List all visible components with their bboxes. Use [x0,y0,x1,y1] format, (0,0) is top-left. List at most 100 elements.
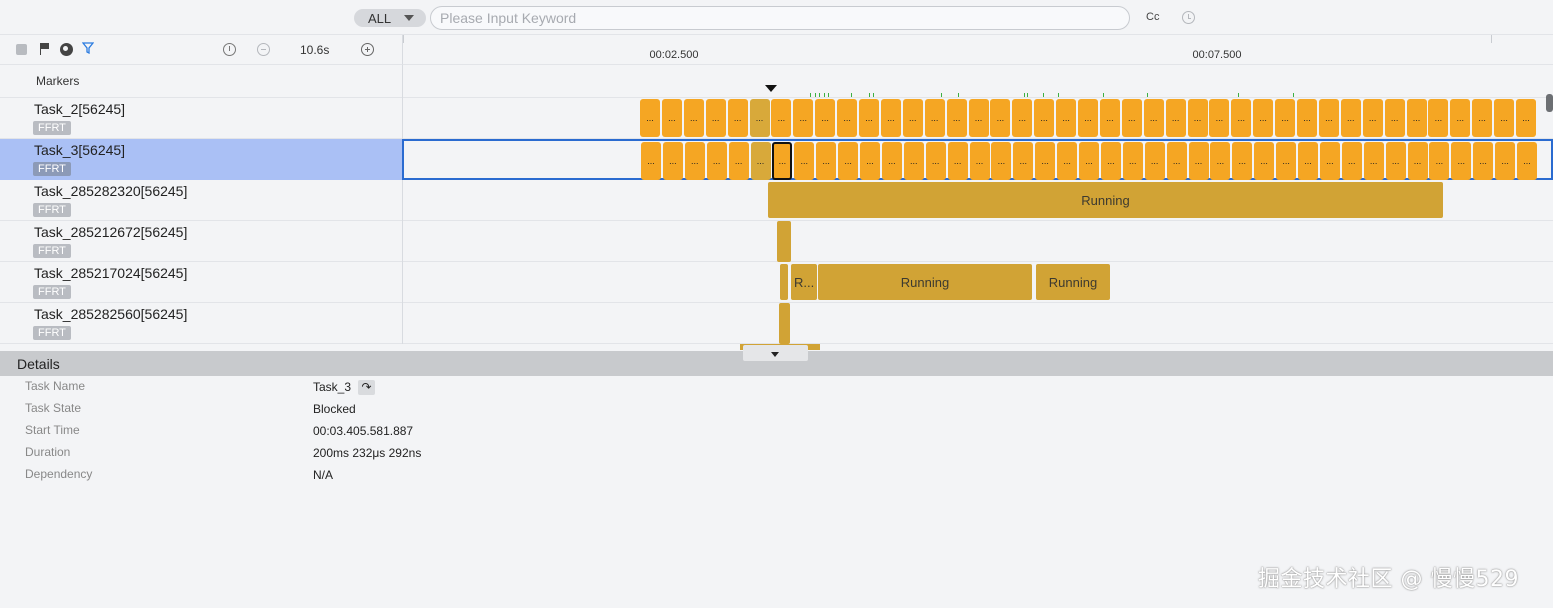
task-slice[interactable]: ... [1473,142,1494,180]
task-slice[interactable]: ... [794,142,815,180]
task-slice[interactable]: ... [793,99,814,137]
task-slice[interactable]: ... [641,142,661,180]
task-slice[interactable]: ... [1429,142,1450,180]
task-slice[interactable]: ... [1035,142,1056,180]
task-slice[interactable]: ... [902,99,923,137]
jump-to-icon[interactable]: ↷ [358,380,375,395]
track-lane[interactable]: ........................................… [402,98,1553,139]
task-slice[interactable] [777,221,791,262]
task-slice[interactable]: ... [1406,99,1427,137]
stop-icon[interactable] [16,44,27,55]
task-slice[interactable]: ... [925,142,946,180]
task-slice[interactable]: ... [728,142,749,180]
task-slice[interactable]: ... [947,142,968,180]
task-slice[interactable]: ... [990,99,1011,137]
task-slice[interactable]: ... [727,99,748,137]
track-label[interactable]: Task_2[56245] FFRT [0,98,402,139]
track-row[interactable]: Task_285282560[56245] FFRT [0,303,1553,344]
task-slice[interactable]: ... [1384,99,1405,137]
track-lane[interactable]: Running [402,180,1553,221]
task-slice[interactable]: ... [640,99,660,137]
task-slice[interactable]: ... [1187,99,1208,137]
task-slice[interactable]: ... [1340,99,1361,137]
task-slice[interactable]: ... [1516,99,1536,137]
time-ruler[interactable]: 00:02.500 00:07.500 [402,35,1553,65]
task-slice[interactable]: ... [750,142,771,180]
task-slice[interactable]: ... [1166,142,1187,180]
task-slice[interactable] [780,264,788,300]
task-slice[interactable]: ... [684,142,705,180]
task-slice[interactable]: ... [1494,99,1515,137]
task-slice[interactable]: ... [1362,99,1383,137]
markers-lane[interactable] [402,65,1553,98]
track-row[interactable]: Task_285212672[56245] FFRT [0,221,1553,262]
task-slice[interactable]: ... [1451,142,1472,180]
task-slice[interactable]: ... [969,142,990,180]
task-slice[interactable]: ... [1013,142,1034,180]
track-row[interactable]: Task_285217024[56245] FFRT R... Running … [0,262,1553,303]
task-slice[interactable]: ... [860,142,880,180]
task-slice[interactable]: ... [815,99,836,137]
track-label[interactable]: Task_285282320[56245] FFRT [0,180,402,221]
task-slice[interactable]: ... [1144,142,1165,180]
task-slice[interactable]: ... [1341,142,1362,180]
task-slice[interactable]: ... [946,99,967,137]
task-slice[interactable]: ... [1099,99,1120,137]
scrollbar-thumb[interactable] [1546,94,1553,112]
task-slice[interactable]: ... [1210,142,1231,180]
task-slice[interactable]: ... [1012,99,1033,137]
running-slice[interactable]: R... [791,264,817,300]
running-slice[interactable]: Running [818,264,1032,300]
task-slice[interactable]: ... [1122,142,1143,180]
task-slice[interactable]: ... [1363,142,1384,180]
task-slice[interactable]: ... [924,99,945,137]
task-slice[interactable] [779,303,790,344]
task-slice[interactable]: ... [1231,99,1252,137]
zoom-in-icon[interactable] [361,43,374,56]
task-slice[interactable]: ... [705,99,726,137]
task-slice[interactable]: ... [1276,142,1297,180]
running-slice[interactable]: Running [1036,264,1110,300]
task-slice[interactable]: ... [683,99,704,137]
task-slice[interactable]: ... [991,142,1012,180]
task-slice[interactable]: ... [1056,99,1077,137]
track-row[interactable]: Task_285282320[56245] FFRT Running [0,180,1553,221]
task-slice-selected[interactable]: ... [772,142,793,180]
zoom-out-icon[interactable] [257,43,270,56]
track-label[interactable]: Task_285282560[56245] FFRT [0,303,402,344]
cursor-marker-icon[interactable] [765,85,777,92]
task-slice[interactable]: ... [1407,142,1428,180]
track-row-selected[interactable]: Task_3[56245] FFRT .....................… [0,139,1553,180]
task-slice[interactable]: ... [968,99,989,137]
case-sensitive-toggle[interactable]: Cc [1146,11,1159,23]
track-lane[interactable] [402,221,1553,262]
task-slice[interactable]: ... [662,142,683,180]
task-slice[interactable]: ... [1495,142,1516,180]
task-slice[interactable]: ... [1450,99,1471,137]
task-slice[interactable]: ... [1143,99,1164,137]
track-label[interactable]: Task_3[56245] FFRT [0,139,402,180]
task-slice[interactable]: ... [749,99,770,137]
panel-collapse-handle[interactable] [743,345,808,361]
task-slice[interactable]: ... [1165,99,1186,137]
track-row[interactable]: Task_2[56245] FFRT .....................… [0,98,1553,139]
filter-icon[interactable] [81,42,95,55]
task-slice[interactable]: ... [1078,99,1098,137]
task-slice[interactable]: ... [1188,142,1209,180]
task-slice[interactable]: ... [1253,99,1274,137]
track-lane[interactable]: ........................................… [402,139,1553,180]
task-slice[interactable]: ... [1100,142,1121,180]
task-slice[interactable]: ... [1428,99,1449,137]
history-icon[interactable] [1182,11,1195,24]
task-slice[interactable]: ... [903,142,924,180]
task-slice[interactable]: ... [1297,99,1317,137]
task-slice[interactable]: ... [1209,99,1230,137]
task-slice[interactable]: ... [771,99,792,137]
task-slice[interactable]: ... [1034,99,1055,137]
scope-dropdown[interactable]: ALL [354,9,426,27]
track-label[interactable]: Task_285217024[56245] FFRT [0,262,402,303]
task-slice[interactable]: ... [1385,142,1406,180]
timer-icon[interactable] [223,43,236,56]
task-slice[interactable]: ... [1472,99,1493,137]
task-slice[interactable]: ... [859,99,879,137]
